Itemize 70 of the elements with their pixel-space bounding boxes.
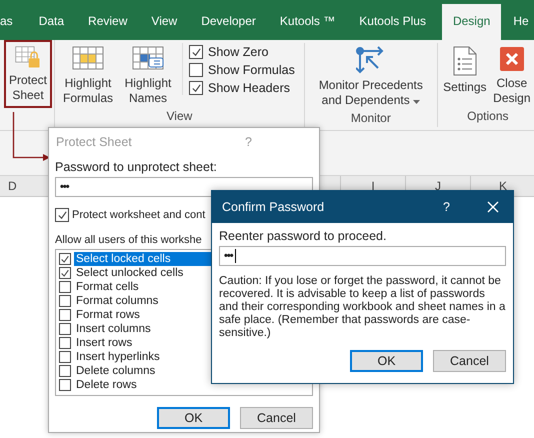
group-label: Options bbox=[466, 109, 510, 125]
highlight-formulas-button[interactable]: Highlight Formulas bbox=[58, 43, 118, 109]
permission-item[interactable]: Delete columns bbox=[59, 364, 309, 378]
close-design-button[interactable]: Close Design bbox=[488, 43, 534, 109]
help-button[interactable]: ? bbox=[443, 200, 450, 214]
checkbox[interactable] bbox=[189, 63, 203, 77]
close-icon bbox=[498, 46, 525, 72]
ribbon-tab[interactable]: Design bbox=[442, 4, 502, 40]
permission-label: Delete columns bbox=[75, 364, 156, 378]
close-icon[interactable] bbox=[487, 201, 499, 213]
protect-sheet-button[interactable]: Protect Sheet bbox=[4, 40, 52, 108]
field-label: Reenter password to proceed. bbox=[219, 229, 388, 243]
checkbox[interactable] bbox=[59, 281, 71, 293]
permission-label: Select unlocked cells bbox=[75, 266, 184, 280]
grid-tag-icon bbox=[132, 46, 164, 72]
checkbox[interactable] bbox=[59, 267, 71, 279]
ribbon-tab[interactable]: He bbox=[501, 4, 534, 40]
caret-icon bbox=[413, 100, 420, 104]
checkbox[interactable] bbox=[59, 253, 71, 265]
ribbon-tab[interactable]: Kutools Plus bbox=[347, 4, 438, 40]
ribbon-tab[interactable]: Kutools ™ bbox=[268, 4, 348, 40]
permission-label: Format cells bbox=[75, 280, 139, 294]
field-label: Password to unprotect sheet: bbox=[55, 160, 218, 174]
ribbon-checkbox[interactable]: Show Formulas bbox=[189, 63, 301, 77]
dialog-title: Protect Sheet bbox=[56, 135, 132, 149]
dialog-button[interactable]: Cancel bbox=[433, 350, 506, 372]
ribbon-checkbox[interactable]: Show Zero bbox=[189, 45, 301, 59]
ribbon-tab[interactable]: Developer bbox=[189, 4, 268, 40]
checkbox-label: Show Formulas bbox=[208, 63, 295, 77]
group-label: View bbox=[166, 109, 194, 125]
checkbox[interactable] bbox=[59, 337, 71, 349]
dialog-title: Confirm Password bbox=[222, 200, 324, 214]
permission-label: Delete rows bbox=[75, 378, 137, 392]
checkbox[interactable] bbox=[59, 365, 71, 377]
permission-label: Format rows bbox=[75, 308, 140, 322]
checkbox[interactable] bbox=[55, 208, 69, 222]
ribbon-tab[interactable]: View bbox=[139, 4, 190, 40]
checkbox[interactable] bbox=[189, 81, 203, 95]
ribbon-checkbox[interactable]: Show Headers bbox=[189, 81, 301, 95]
ribbon-tab[interactable]: Data bbox=[26, 4, 76, 40]
group-label: Monitor bbox=[350, 111, 392, 127]
checkbox-label: Protect worksheet and cont bbox=[72, 209, 206, 221]
ribbon-tab[interactable]: Review bbox=[76, 4, 140, 40]
checkbox-label: Show Zero bbox=[208, 45, 268, 59]
checkbox-label: Show Headers bbox=[208, 81, 290, 95]
permission-label: Insert hyperlinks bbox=[75, 350, 160, 364]
highlight-names-button[interactable]: Highlight Names bbox=[118, 43, 178, 109]
dialog-button[interactable]: OK bbox=[350, 350, 423, 372]
arrows-icon bbox=[356, 46, 386, 74]
monitor-button[interactable]: Monitor Precedents and Dependents bbox=[308, 43, 434, 111]
dialog-button[interactable]: OK bbox=[157, 407, 230, 429]
permission-item[interactable]: Delete rows bbox=[59, 378, 309, 392]
settings-button[interactable]: Settings bbox=[440, 43, 489, 98]
list-label: Allow all users of this workshe bbox=[55, 234, 202, 246]
checkbox[interactable] bbox=[59, 379, 71, 391]
checkbox[interactable] bbox=[59, 309, 71, 321]
permission-label: Format columns bbox=[75, 294, 158, 308]
permission-label: Insert columns bbox=[75, 322, 151, 336]
password-field[interactable]: ••• bbox=[219, 246, 506, 266]
checkbox[interactable] bbox=[189, 45, 203, 59]
caution-text: Caution: If you lose or forget the password, it cannot be recovered. It is advisable to keep a list of passwords and their corresponding workbook and sheet names in a safe place. (Remember that passwords are case-sensitive.) bbox=[219, 275, 506, 340]
highlighted-grid-icon bbox=[72, 46, 104, 72]
checkbox[interactable] bbox=[59, 323, 71, 335]
ribbon-tab[interactable]: as bbox=[0, 4, 27, 40]
permission-label: Insert rows bbox=[75, 336, 132, 350]
checkbox[interactable] bbox=[59, 295, 71, 307]
checkbox[interactable] bbox=[59, 351, 71, 363]
document-icon bbox=[452, 46, 477, 76]
dialog-button[interactable]: Cancel bbox=[240, 407, 313, 429]
permission-item[interactable]: Insert hyperlinks bbox=[59, 350, 309, 364]
